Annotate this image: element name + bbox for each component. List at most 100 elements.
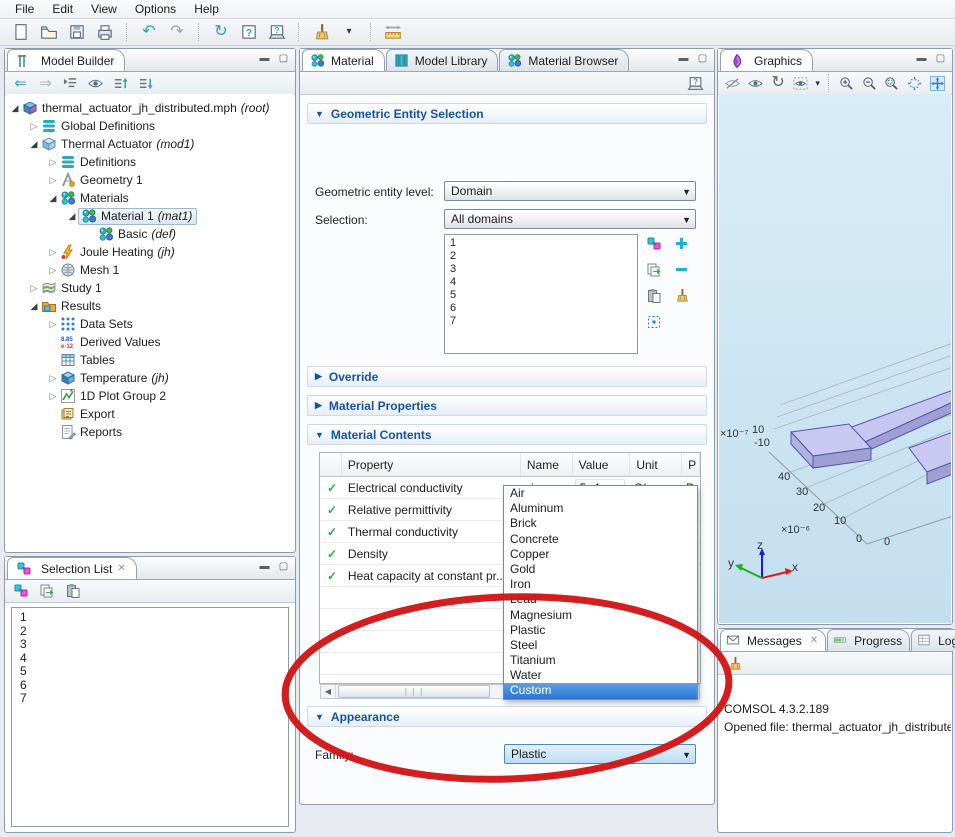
tree-expand-icon[interactable]: ▷ xyxy=(47,319,59,330)
broom-icon[interactable] xyxy=(673,287,690,304)
clear-arrow-icon[interactable]: ▾ xyxy=(338,21,360,43)
section-material-properties[interactable]: ▶ Material Properties xyxy=(307,395,707,416)
tree-item-study-1[interactable]: ▷Study 1 xyxy=(6,279,294,297)
clear-icon[interactable] xyxy=(310,21,332,43)
tree-item-joule-heating[interactable]: ▷Joule Heating(jh) xyxy=(6,243,294,261)
selection-list-item[interactable]: 4 xyxy=(20,652,288,666)
tab-model-library[interactable]: Model Library xyxy=(386,49,499,71)
tree-expand-icon[interactable]: ▷ xyxy=(47,157,59,168)
tree-item-basic[interactable]: Basic(def) xyxy=(6,225,294,243)
dropdown-option-air[interactable]: Air xyxy=(504,486,697,501)
dropdown-option-iron[interactable]: Iron xyxy=(504,577,697,592)
paste-icon[interactable] xyxy=(63,581,83,601)
tree-item-thermal-actuator-jh-distributed-mph[interactable]: ◢thermal_actuator_jh_distributed.mph(roo… xyxy=(6,99,294,117)
tree-expand-icon[interactable]: ▷ xyxy=(28,283,40,294)
dropdown-option-gold[interactable]: Gold xyxy=(504,562,697,577)
maximize-button[interactable]: ▢ xyxy=(696,53,709,64)
section-appearance[interactable]: ▼ Appearance xyxy=(307,706,707,727)
domain-list-item[interactable]: 7 xyxy=(450,315,637,328)
tree-item-1d-plot-group-2[interactable]: ▷*1D Plot Group 2 xyxy=(6,387,294,405)
tab-selection-list[interactable]: Selection List ✕ xyxy=(7,557,137,579)
rotate-icon[interactable]: ↻ xyxy=(770,73,787,93)
back-icon[interactable]: ⇐ xyxy=(11,74,30,93)
zoom-box-icon[interactable] xyxy=(883,73,900,93)
graphics-canvas[interactable]: z y x ×10⁻⁷10-1040302010×10⁻⁶00 xyxy=(719,94,951,623)
tree-item-materials[interactable]: ◢Materials xyxy=(6,189,294,207)
tree-item-geometry-1[interactable]: ▷Geometry 1 xyxy=(6,171,294,189)
minimize-button[interactable]: ▬ xyxy=(915,53,928,64)
tab-graphics[interactable]: Graphics xyxy=(720,49,813,71)
tree-item-reports[interactable]: Reports xyxy=(6,423,294,441)
tab-model-builder[interactable]: Model Builder xyxy=(7,49,125,71)
dropdown-option-water[interactable]: Water xyxy=(504,668,697,683)
tree-expand-icon[interactable]: ◢ xyxy=(47,193,59,204)
column-header-unit[interactable]: Unit xyxy=(630,453,682,476)
forward-icon[interactable]: ⇒ xyxy=(36,74,55,93)
selection-list-item[interactable]: 6 xyxy=(20,679,288,693)
dropdown-option-custom[interactable]: Custom xyxy=(504,683,697,698)
help-doc-icon[interactable]: ? xyxy=(266,21,288,43)
show-icon[interactable] xyxy=(86,74,105,93)
move-down-icon[interactable] xyxy=(136,74,155,93)
help-icon[interactable]: ? xyxy=(238,21,260,43)
selection-list-item[interactable]: 7 xyxy=(20,692,288,706)
column-header-value[interactable]: Value xyxy=(573,453,631,476)
selection-list-item[interactable]: 2 xyxy=(20,625,288,639)
measure-icon[interactable] xyxy=(382,21,404,43)
domain-list-item[interactable]: 4 xyxy=(450,276,637,289)
selection-list-item[interactable]: 1 xyxy=(20,611,288,625)
dropdown-option-steel[interactable]: Steel xyxy=(504,638,697,653)
tab-log[interactable]: Log xyxy=(911,629,955,651)
save-icon[interactable] xyxy=(66,21,88,43)
tree-item-global-definitions[interactable]: ▷Global Definitions xyxy=(6,117,294,135)
tab-messages[interactable]: Messages✕ xyxy=(720,629,826,651)
dropdown-option-concrete[interactable]: Concrete xyxy=(504,532,697,547)
dropdown-option-plastic[interactable]: Plastic xyxy=(504,623,697,638)
tree-expand-icon[interactable]: ▷ xyxy=(47,247,59,258)
zoom-in-icon[interactable] xyxy=(838,73,855,93)
tree-item-export[interactable]: Export xyxy=(6,405,294,423)
zoom-out-icon[interactable] xyxy=(861,73,878,93)
menu-edit[interactable]: Edit xyxy=(43,1,82,17)
tree-item-data-sets[interactable]: ▷Data Sets xyxy=(6,315,294,333)
zoomsel-icon[interactable] xyxy=(645,313,662,330)
tree-item-derived-values[interactable]: 8.85e-12Derived Values xyxy=(6,333,294,351)
domain-list-item[interactable]: 3 xyxy=(450,263,637,276)
tree-item-results[interactable]: ◢Results xyxy=(6,297,294,315)
menu-view[interactable]: View xyxy=(82,1,126,17)
tree-expand-icon[interactable]: ▷ xyxy=(47,175,59,186)
domain-list-item[interactable]: 5 xyxy=(450,289,637,302)
zoom-extents-icon[interactable] xyxy=(906,73,923,93)
undo-icon[interactable]: ↶ xyxy=(138,21,160,43)
zoom-fit-icon[interactable] xyxy=(929,73,946,93)
close-icon[interactable]: ✕ xyxy=(117,563,125,574)
tree-expand-icon[interactable]: ◢ xyxy=(9,103,21,114)
tree-expand-icon[interactable]: ▷ xyxy=(28,121,40,132)
plus-icon[interactable] xyxy=(673,235,690,252)
collapse-all-icon[interactable] xyxy=(61,74,80,93)
maximize-button[interactable]: ▢ xyxy=(934,53,947,64)
dropdown-option-magnesium[interactable]: Magnesium xyxy=(504,608,697,623)
domain-list-item[interactable]: 1 xyxy=(450,237,637,250)
move-up-icon[interactable] xyxy=(111,74,130,93)
dropdown-option-aluminum[interactable]: Aluminum xyxy=(504,501,697,516)
broom-icon[interactable] xyxy=(724,653,744,673)
open-icon[interactable] xyxy=(38,21,60,43)
tree-item-definitions[interactable]: ▷Definitions xyxy=(6,153,294,171)
selection-list-item[interactable]: 5 xyxy=(20,665,288,679)
tree-item-material-1[interactable]: ◢Material 1(mat1) xyxy=(6,207,294,225)
column-header-property[interactable]: Property xyxy=(342,453,521,476)
scene-arrow-icon[interactable] xyxy=(793,73,810,93)
section-override[interactable]: ▶ Override xyxy=(307,366,707,387)
scrollbar-grip[interactable]: ❘❘❘ xyxy=(338,685,490,698)
tree-item-thermal-actuator[interactable]: ◢Thermal Actuator(mod1) xyxy=(6,135,294,153)
print-icon[interactable] xyxy=(94,21,116,43)
tab-progress[interactable]: Progress xyxy=(827,629,910,651)
domain-list-item[interactable]: 6 xyxy=(450,302,637,315)
tree-expand-icon[interactable]: ▷ xyxy=(47,391,59,402)
section-geometric-entity-selection[interactable]: ▼ Geometric Entity Selection xyxy=(307,103,707,124)
section-material-contents[interactable]: ▼ Material Contents xyxy=(307,424,707,445)
link-icon[interactable] xyxy=(11,581,31,601)
eye-icon[interactable] xyxy=(747,73,764,93)
minimize-button[interactable]: ▬ xyxy=(258,53,271,64)
